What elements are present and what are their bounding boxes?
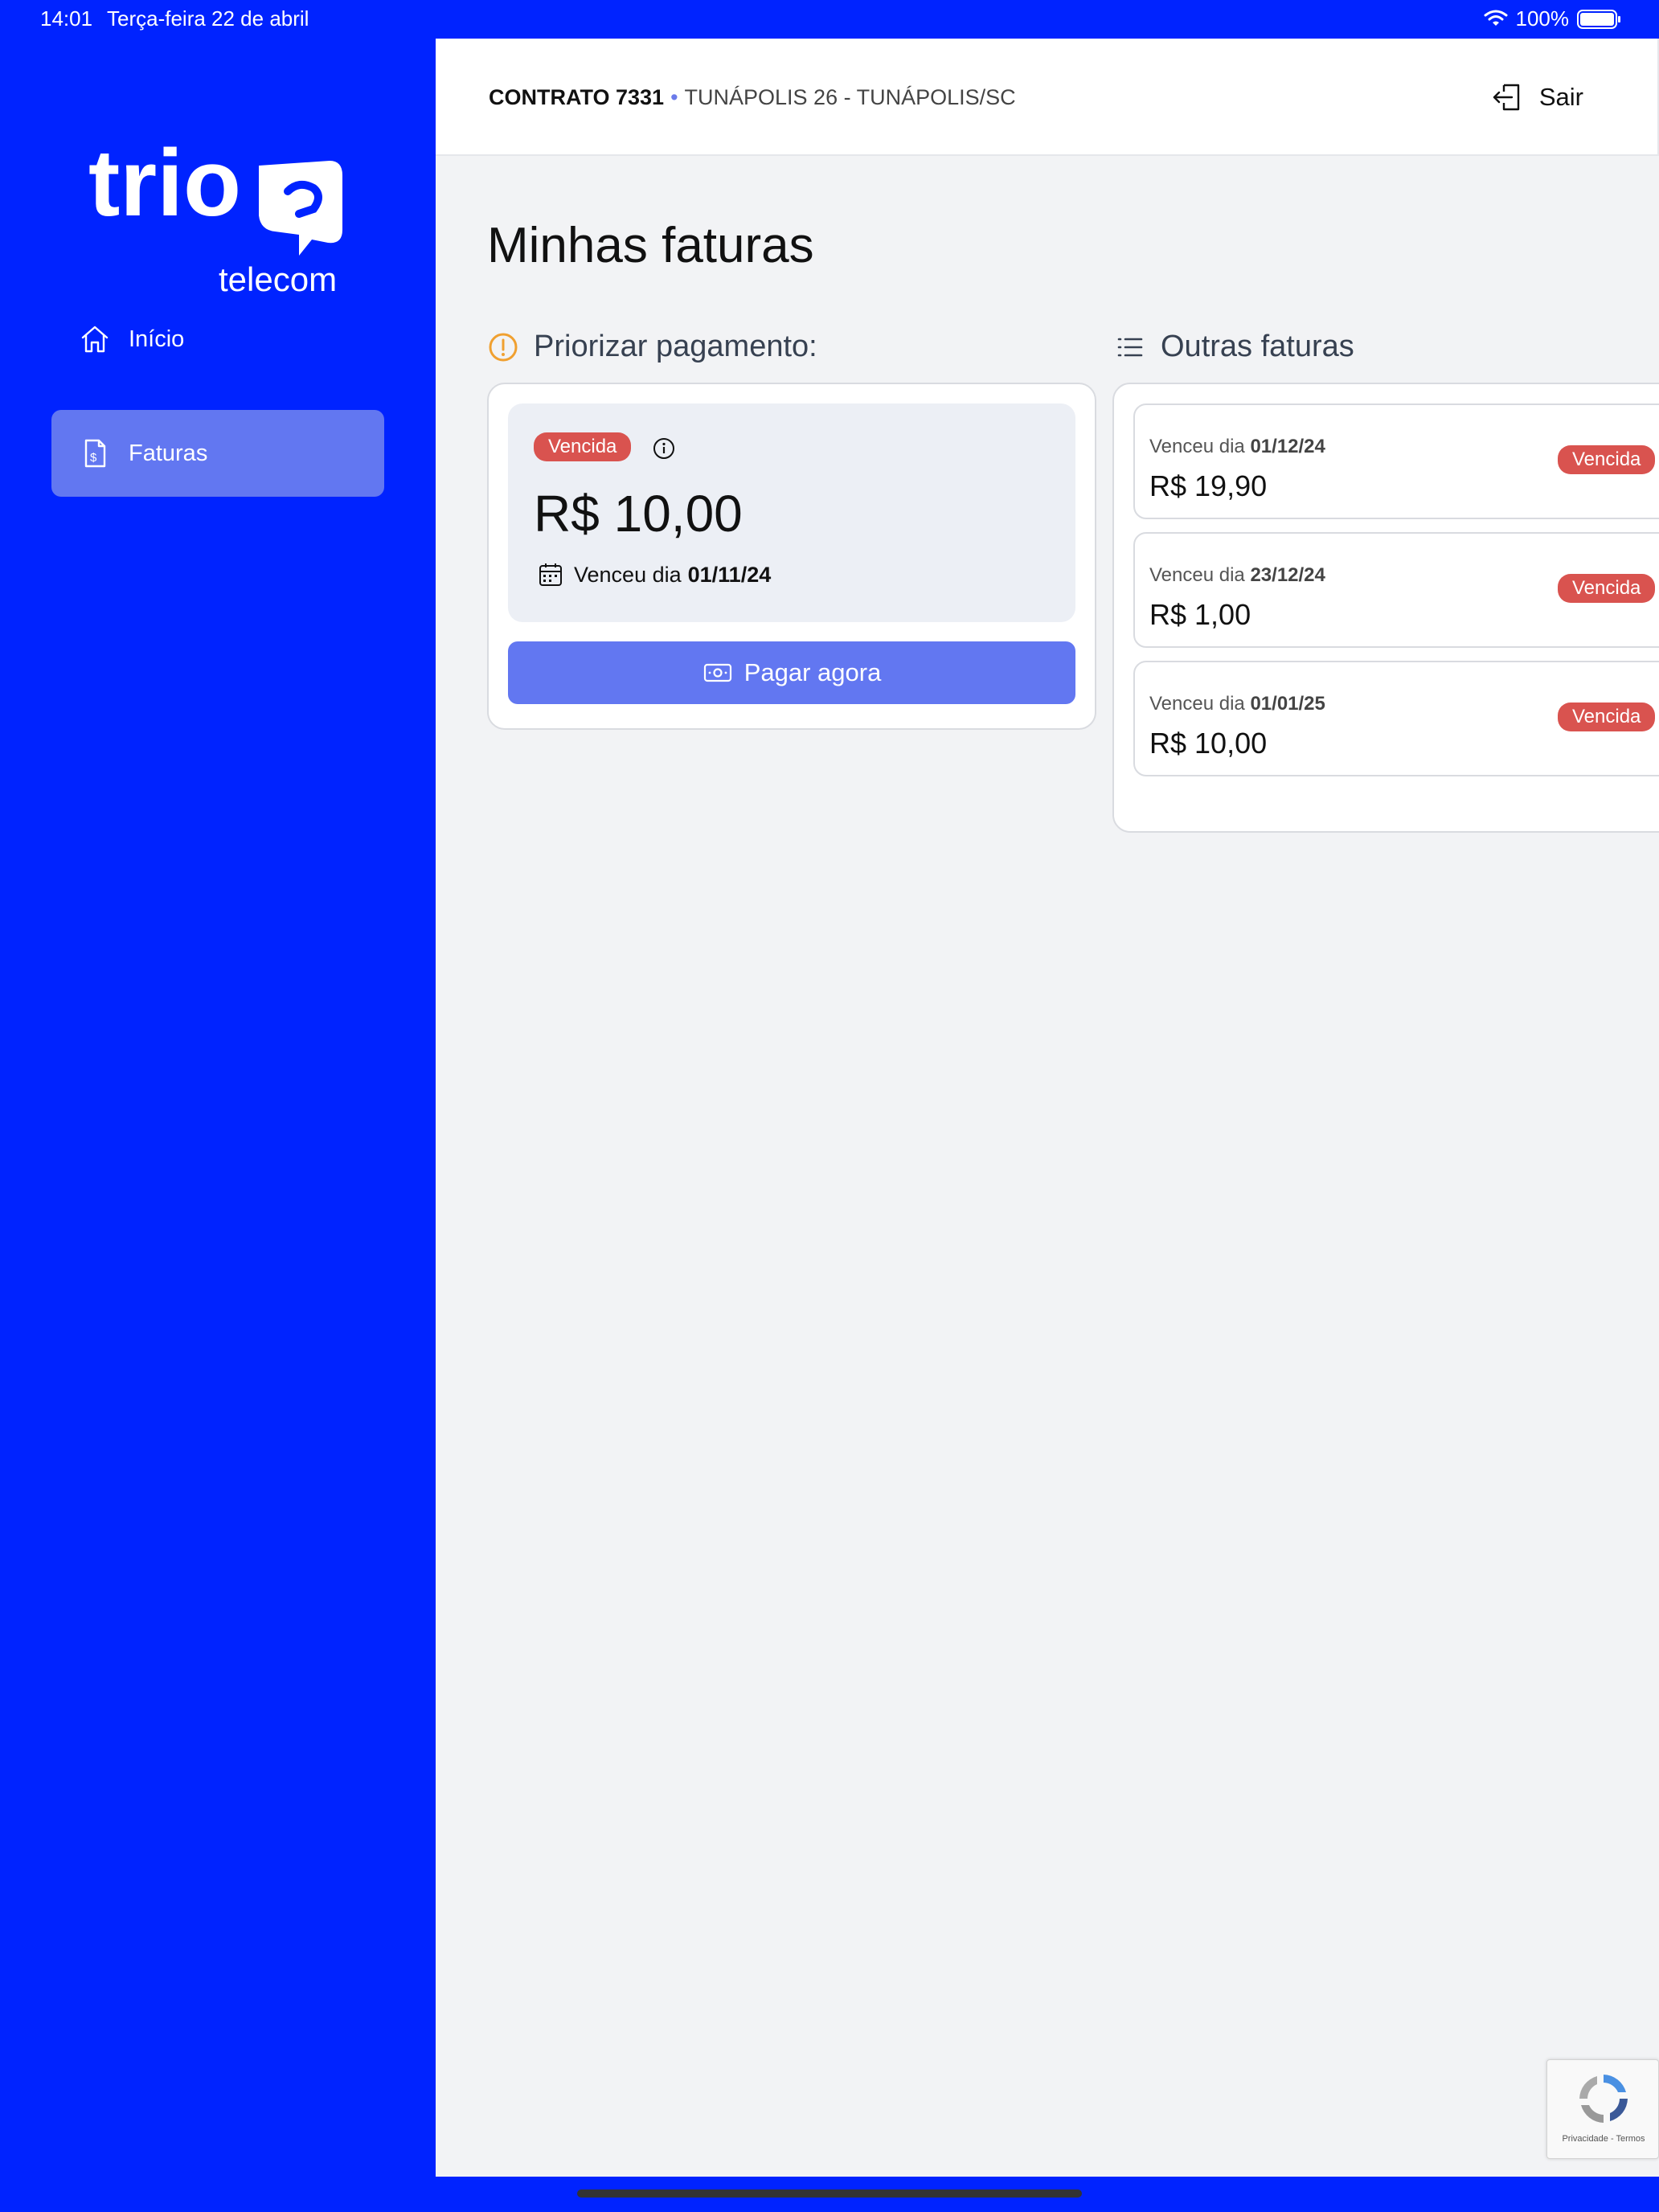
priority-heading: Priorizar pagamento: <box>487 330 817 364</box>
status-badge: Vencida <box>1558 703 1656 731</box>
pay-now-button[interactable]: Pagar agora <box>508 641 1075 704</box>
contract-info: CONTRATO 7331 • TUNÁPOLIS 26 - TUNÁPOLIS/S… <box>489 85 1016 110</box>
invoice-due: Venceu dia 01/12/24 <box>1149 436 1325 457</box>
sidebar-item-label: Início <box>129 326 185 352</box>
alert-circle-icon <box>489 333 518 361</box>
cash-icon <box>703 663 731 682</box>
sidebar-item-label: Faturas <box>129 440 208 466</box>
pay-now-label: Pagar agora <box>743 658 882 686</box>
recaptcha-badge[interactable]: Privacidade - Termos <box>1546 2059 1659 2159</box>
status-time: 14:01 <box>40 6 93 31</box>
sidebar-item-faturas[interactable]: $ Faturas <box>51 410 384 497</box>
status-badge: Vencida <box>1558 574 1656 603</box>
separator-dot: • <box>670 85 678 109</box>
invoice-amount: R$ 19,90 <box>1149 469 1268 502</box>
contract-address: TUNÁPOLIS 26 - TUNÁPOLIS/SC <box>684 85 1016 109</box>
sidebar-item-inicio[interactable]: Início <box>51 296 384 383</box>
home-icon <box>81 326 109 353</box>
logout-label: Sair <box>1538 83 1583 111</box>
battery-percent: 100% <box>1515 6 1570 31</box>
home-indicator[interactable] <box>577 2189 1082 2198</box>
invoice-amount: R$ 10,00 <box>1149 727 1268 760</box>
priority-amount: R$ 10,00 <box>534 485 743 543</box>
status-indicators: 100% <box>1484 6 1620 31</box>
svg-text:$: $ <box>90 451 97 465</box>
others-heading-label: Outras faturas <box>1161 330 1354 363</box>
priority-invoice-card: Vencida R$ 10,00 Venceu dia 01/11/24 Pag… <box>487 383 1096 730</box>
invoice-icon: $ <box>84 439 106 468</box>
battery-icon <box>1577 9 1620 29</box>
status-badge: Vencida <box>1558 445 1656 474</box>
calendar-icon <box>539 563 562 586</box>
invoice-item[interactable]: Venceu dia 01/12/24 R$ 19,90 Vencida <box>1133 403 1659 519</box>
priority-invoice-details: Vencida R$ 10,00 Venceu dia 01/11/24 <box>508 403 1075 622</box>
recaptcha-links[interactable]: Privacidade - Termos <box>1547 2134 1659 2144</box>
logout-button[interactable]: Sair <box>1491 80 1583 114</box>
invoice-item[interactable]: Venceu dia 01/01/25 R$ 10,00 Vencida <box>1133 661 1659 776</box>
due-prefix: Venceu dia <box>574 562 682 587</box>
trio-telecom-logo: trio telecom <box>88 135 342 296</box>
page-title: Minhas faturas <box>487 218 814 273</box>
wifi-icon <box>1484 10 1507 26</box>
top-bar: CONTRATO 7331 • TUNÁPOLIS 26 - TUNÁPOLIS/S… <box>436 39 1659 156</box>
invoice-due: Venceu dia 01/01/25 <box>1149 693 1325 715</box>
main-content: CONTRATO 7331 • TUNÁPOLIS 26 - TUNÁPOLIS/S… <box>436 39 1659 2177</box>
status-bar: 14:01 Terça-feira 22 de abril 100% <box>0 0 1659 39</box>
recaptcha-icon <box>1579 2075 1628 2123</box>
due-date: 01/11/24 <box>687 562 772 587</box>
logout-icon <box>1493 84 1520 111</box>
invoice-due: Venceu dia 23/12/24 <box>1149 564 1325 586</box>
other-invoices-card: Venceu dia 01/12/24 R$ 19,90 Vencida Ven… <box>1112 383 1659 833</box>
priority-heading-label: Priorizar pagamento: <box>534 330 817 363</box>
sidebar: trio telecom Início $ Faturas <box>0 39 436 2177</box>
contract-number: CONTRATO 7331 <box>489 85 665 109</box>
logo-text: trio <box>88 135 241 236</box>
others-heading: Outras faturas <box>1114 330 1354 364</box>
status-badge: Vencida <box>534 432 632 461</box>
logo-subtext: telecom <box>219 260 337 296</box>
invoice-item[interactable]: Venceu dia 23/12/24 R$ 1,00 Vencida <box>1133 532 1659 648</box>
info-icon[interactable] <box>651 436 677 461</box>
invoice-amount: R$ 1,00 <box>1149 598 1251 631</box>
status-date: Terça-feira 22 de abril <box>107 6 309 31</box>
list-icon <box>1117 338 1143 356</box>
priority-due-date: Venceu dia 01/11/24 <box>537 561 771 588</box>
